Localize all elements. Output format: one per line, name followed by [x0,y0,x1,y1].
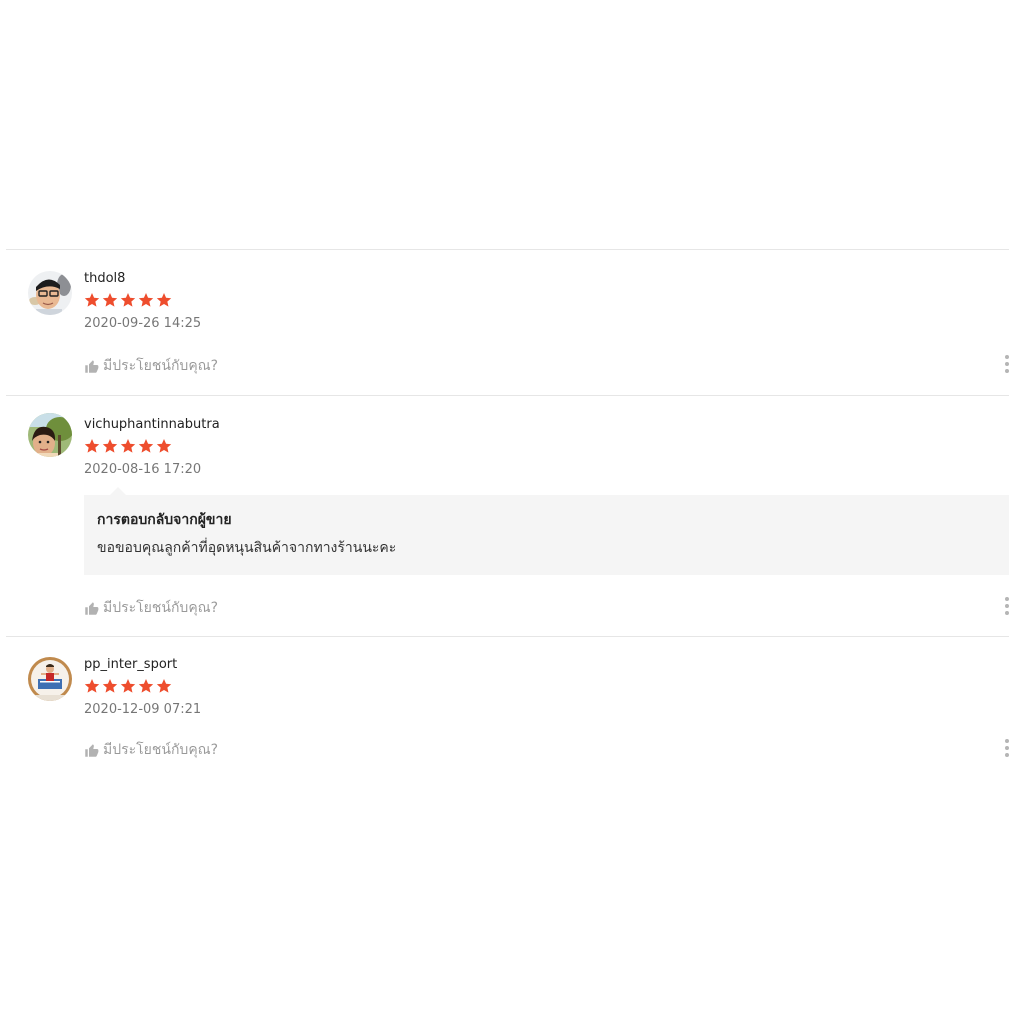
seller-reply-title: การตอบกลับจากผู้ขาย [97,512,232,528]
helpful-button[interactable]: มีประโยชน์กับคุณ? [84,739,218,761]
star-icon [138,439,154,453]
rating-stars [84,292,1009,310]
review-item: thdol8 2020-09-26 14:25 มีประโยชน์กับคุณ… [6,249,1009,395]
review-date: 2020-12-09 07:21 [84,702,202,717]
review-item: vichuphantinnabutra 2020-08-16 17:20 การ… [6,395,1009,636]
review-username[interactable]: pp_inter_sport [84,656,1009,674]
thumbs-up-icon [85,743,99,757]
more-dot [1005,753,1009,757]
helpful-button[interactable]: มีประโยชน์กับคุณ? [84,597,218,619]
rating-stars [84,438,1009,456]
helpful-label: มีประโยชน์กับคุณ? [103,600,219,616]
star-icon [84,293,100,307]
more-vertical-icon [1005,355,1009,359]
star-icon [84,439,100,453]
more-vertical-icon [1005,597,1009,601]
more-dot [1005,611,1009,615]
avatar[interactable] [28,271,72,315]
star-icon [156,439,172,453]
review-date: 2020-09-26 14:25 [84,316,202,331]
star-icon [84,679,100,693]
more-options-button[interactable] [1005,739,1009,757]
star-icon [120,293,136,307]
more-dot [1005,362,1009,366]
product-reviews-page: thdol8 2020-09-26 14:25 มีประโยชน์กับคุณ… [0,0,1024,1024]
helpful-label: มีประโยชน์กับคุณ? [103,358,219,374]
star-icon [156,679,172,693]
star-icon [102,293,118,307]
review-username[interactable]: vichuphantinnabutra [84,416,1009,434]
more-dot [1005,369,1009,373]
avatar[interactable] [28,413,72,457]
review-username[interactable]: thdol8 [84,270,1009,288]
star-icon [120,439,136,453]
star-icon [120,679,136,693]
helpful-button[interactable]: มีประโยชน์กับคุณ? [84,355,218,377]
more-dot [1005,604,1009,608]
helpful-label: มีประโยชน์กับคุณ? [103,742,219,758]
seller-reply: การตอบกลับจากผู้ขาย ขอขอบคุณลูกค้าที่อุด… [84,487,1009,575]
more-options-button[interactable] [1005,355,1009,373]
star-icon [102,439,118,453]
avatar[interactable] [28,657,72,701]
review-date: 2020-08-16 17:20 [84,462,202,477]
star-icon [138,679,154,693]
star-icon [138,293,154,307]
more-options-button[interactable] [1005,597,1009,615]
seller-reply-text: ขอขอบคุณลูกค้าที่อุดหนุนสินค้าจากทางร้าน… [97,540,397,556]
star-icon [156,293,172,307]
review-list: thdol8 2020-09-26 14:25 มีประโยชน์กับคุณ… [6,249,1009,767]
thumbs-up-icon [85,359,99,373]
more-dot [1005,746,1009,750]
rating-stars [84,678,1009,696]
more-vertical-icon [1005,739,1009,743]
star-icon [102,679,118,693]
review-item: pp_inter_sport 2020-12-09 07:21 มีประโยช… [6,636,1009,767]
thumbs-up-icon [85,601,99,615]
